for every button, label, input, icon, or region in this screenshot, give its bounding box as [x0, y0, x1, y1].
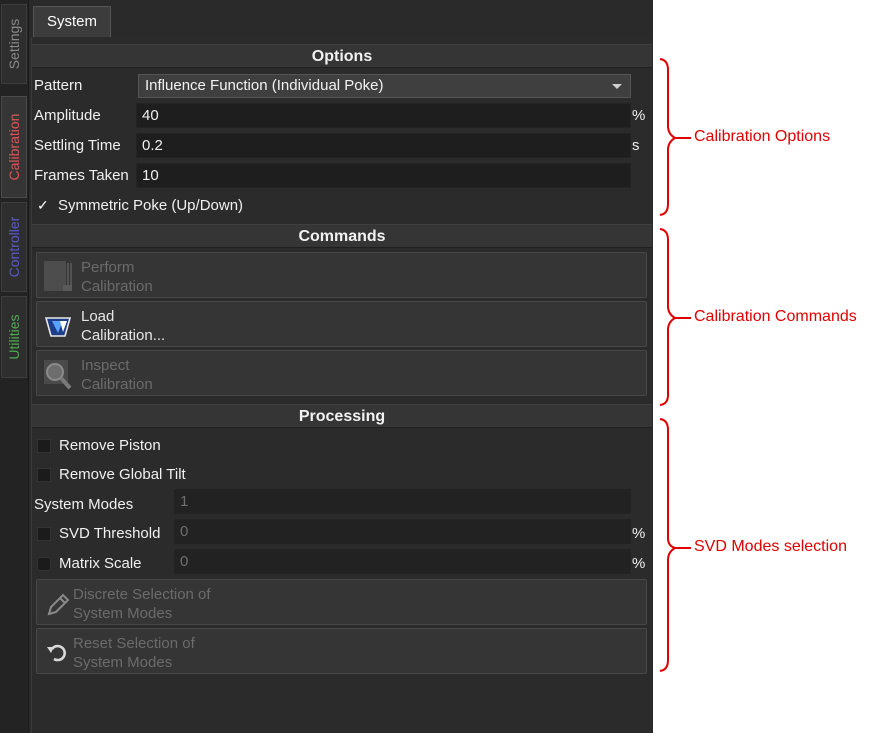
matrix-scale-unit: % [632, 555, 646, 572]
perform-calibration-text: Perform Calibration [81, 258, 153, 296]
annotation-brackets [659, 58, 691, 672]
options-header: Options [32, 44, 652, 68]
amplitude-input[interactable]: 40 [136, 103, 631, 128]
commands-header: Commands [32, 224, 652, 248]
load-calibration-text: Load Calibration... [81, 307, 165, 345]
reset-selection-text: Reset Selection of System Modes [73, 634, 195, 672]
matrix-scale-label: Matrix Scale [59, 555, 142, 572]
perform-label-line2: Calibration [81, 278, 153, 295]
processing-header: Processing [32, 404, 652, 428]
svd-threshold-checkbox[interactable] [37, 527, 51, 541]
remove-piston-label: Remove Piston [59, 437, 161, 454]
perform-calibration-button[interactable]: Perform Calibration [36, 252, 647, 298]
annotation-calibration-commands: Calibration Commands [694, 308, 857, 325]
frames-taken-label: Frames Taken [34, 167, 129, 184]
matrix-scale-input[interactable]: 0 [174, 549, 631, 574]
remove-tilt-checkbox[interactable] [37, 468, 51, 482]
symmetric-poke-checkbox[interactable]: ✓ [37, 197, 49, 214]
settling-time-label: Settling Time [34, 137, 121, 154]
reset-label-line1: Reset Selection of [73, 635, 195, 652]
system-modes-label: System Modes [34, 496, 134, 513]
load-label-line2: Calibration... [81, 327, 166, 344]
settling-time-unit: s [632, 137, 640, 154]
pattern-select[interactable]: Influence Function (Individual Poke) [138, 74, 631, 98]
inspect-label-line2: Calibration [81, 376, 153, 393]
load-label-line1: Load [81, 308, 115, 325]
tab-calibration[interactable]: Calibration [1, 96, 27, 198]
inspect-calibration-button[interactable]: Inspect Calibration [36, 350, 647, 396]
tab-settings-label: Settings [6, 18, 22, 70]
discrete-label-line1: Discrete Selection of [73, 586, 211, 603]
reset-selection-button[interactable]: Reset Selection of System Modes [36, 628, 647, 674]
tab-settings[interactable]: Settings [1, 4, 27, 84]
matrix-scale-checkbox[interactable] [37, 557, 51, 571]
discrete-selection-text: Discrete Selection of System Modes [73, 585, 211, 623]
calibration-grid-icon [43, 259, 73, 293]
remove-tilt-label: Remove Global Tilt [59, 466, 186, 483]
inspect-label-line1: Inspect [81, 357, 130, 374]
svd-threshold-unit: % [632, 525, 646, 542]
amplitude-unit: % [632, 107, 646, 124]
remove-piston-checkbox[interactable] [37, 439, 51, 453]
calibration-panel: Options Pattern Influence Function (Indi… [31, 37, 652, 733]
tab-calibration-label: Calibration [6, 113, 22, 181]
magnifier-icon [43, 357, 73, 391]
discrete-label-line2: System Modes [73, 605, 173, 622]
discrete-selection-button[interactable]: Discrete Selection of System Modes [36, 579, 647, 625]
top-tab-bar: System [29, 0, 653, 37]
tab-utilities[interactable]: Utilities [1, 296, 27, 378]
tab-controller[interactable]: Controller [1, 202, 27, 292]
inspect-calibration-text: Inspect Calibration [81, 356, 153, 394]
load-calibration-button[interactable]: Load Calibration... [36, 301, 647, 347]
side-tab-bar: Settings Calibration Controller Utilitie… [0, 0, 29, 733]
load-folder-icon [43, 308, 73, 342]
perform-label-line1: Perform [81, 259, 135, 276]
chevron-down-icon [612, 84, 622, 89]
svd-threshold-input[interactable]: 0 [174, 519, 631, 544]
frames-taken-input[interactable]: 10 [136, 163, 631, 188]
pencil-icon [43, 586, 73, 620]
system-modes-input[interactable]: 1 [174, 489, 631, 514]
annotation-calibration-options: Calibration Options [694, 128, 831, 145]
pattern-value: Influence Function (Individual Poke) [145, 77, 384, 94]
tab-controller-label: Controller [6, 216, 22, 278]
tab-system[interactable]: System [33, 6, 111, 37]
settling-time-input[interactable]: 0.2 [136, 133, 631, 158]
calibration-window: Settings Calibration Controller Utilitie… [0, 0, 653, 733]
undo-icon [43, 635, 73, 669]
pattern-label: Pattern [34, 77, 83, 94]
amplitude-label: Amplitude [34, 107, 101, 124]
symmetric-poke-label: Symmetric Poke (Up/Down) [58, 197, 244, 214]
svd-threshold-label: SVD Threshold [59, 525, 161, 542]
tab-utilities-label: Utilities [6, 314, 22, 360]
annotation-svd-modes: SVD Modes selection [694, 538, 847, 555]
reset-label-line2: System Modes [73, 654, 173, 671]
